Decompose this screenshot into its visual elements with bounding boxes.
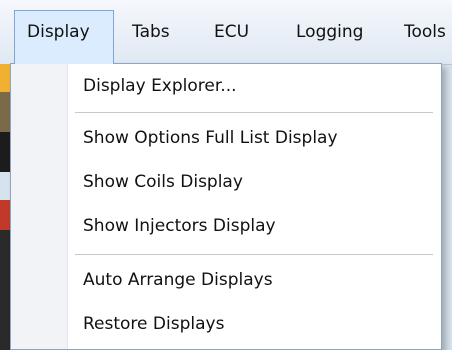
menu-tools[interactable]: Tools [404, 12, 446, 52]
menu-ecu[interactable]: ECU [214, 12, 249, 52]
menu-icon-gutter [11, 64, 68, 349]
menu-logging[interactable]: Logging [296, 12, 363, 52]
menu-item-restore-displays[interactable]: Restore Displays [83, 314, 224, 334]
app-window: Display Tabs ECU Logging Tools Display E… [0, 0, 452, 350]
menu-bar: Display Tabs ECU Logging Tools [0, 0, 452, 65]
menu-display[interactable]: Display [14, 10, 114, 64]
underlying-toolbar-edge [0, 64, 10, 92]
menu-separator [75, 254, 433, 256]
menu-separator [75, 112, 433, 114]
menu-item-display-explorer[interactable]: Display Explorer... [83, 76, 237, 96]
display-dropdown-menu: Display Explorer... Show Options Full Li… [10, 63, 442, 350]
menu-item-show-coils[interactable]: Show Coils Display [83, 172, 243, 192]
menu-item-show-options-full-list[interactable]: Show Options Full List Display [83, 128, 338, 148]
menu-item-show-injectors[interactable]: Show Injectors Display [83, 216, 276, 236]
underlying-panel-edge-dark [0, 132, 10, 172]
underlying-panel-edge-dark2 [0, 230, 10, 350]
menu-tabs[interactable]: Tabs [132, 12, 170, 52]
underlying-panel-edge-red [0, 200, 10, 230]
underlying-panel-edge [0, 92, 10, 132]
menu-item-auto-arrange-displays[interactable]: Auto Arrange Displays [83, 270, 273, 290]
